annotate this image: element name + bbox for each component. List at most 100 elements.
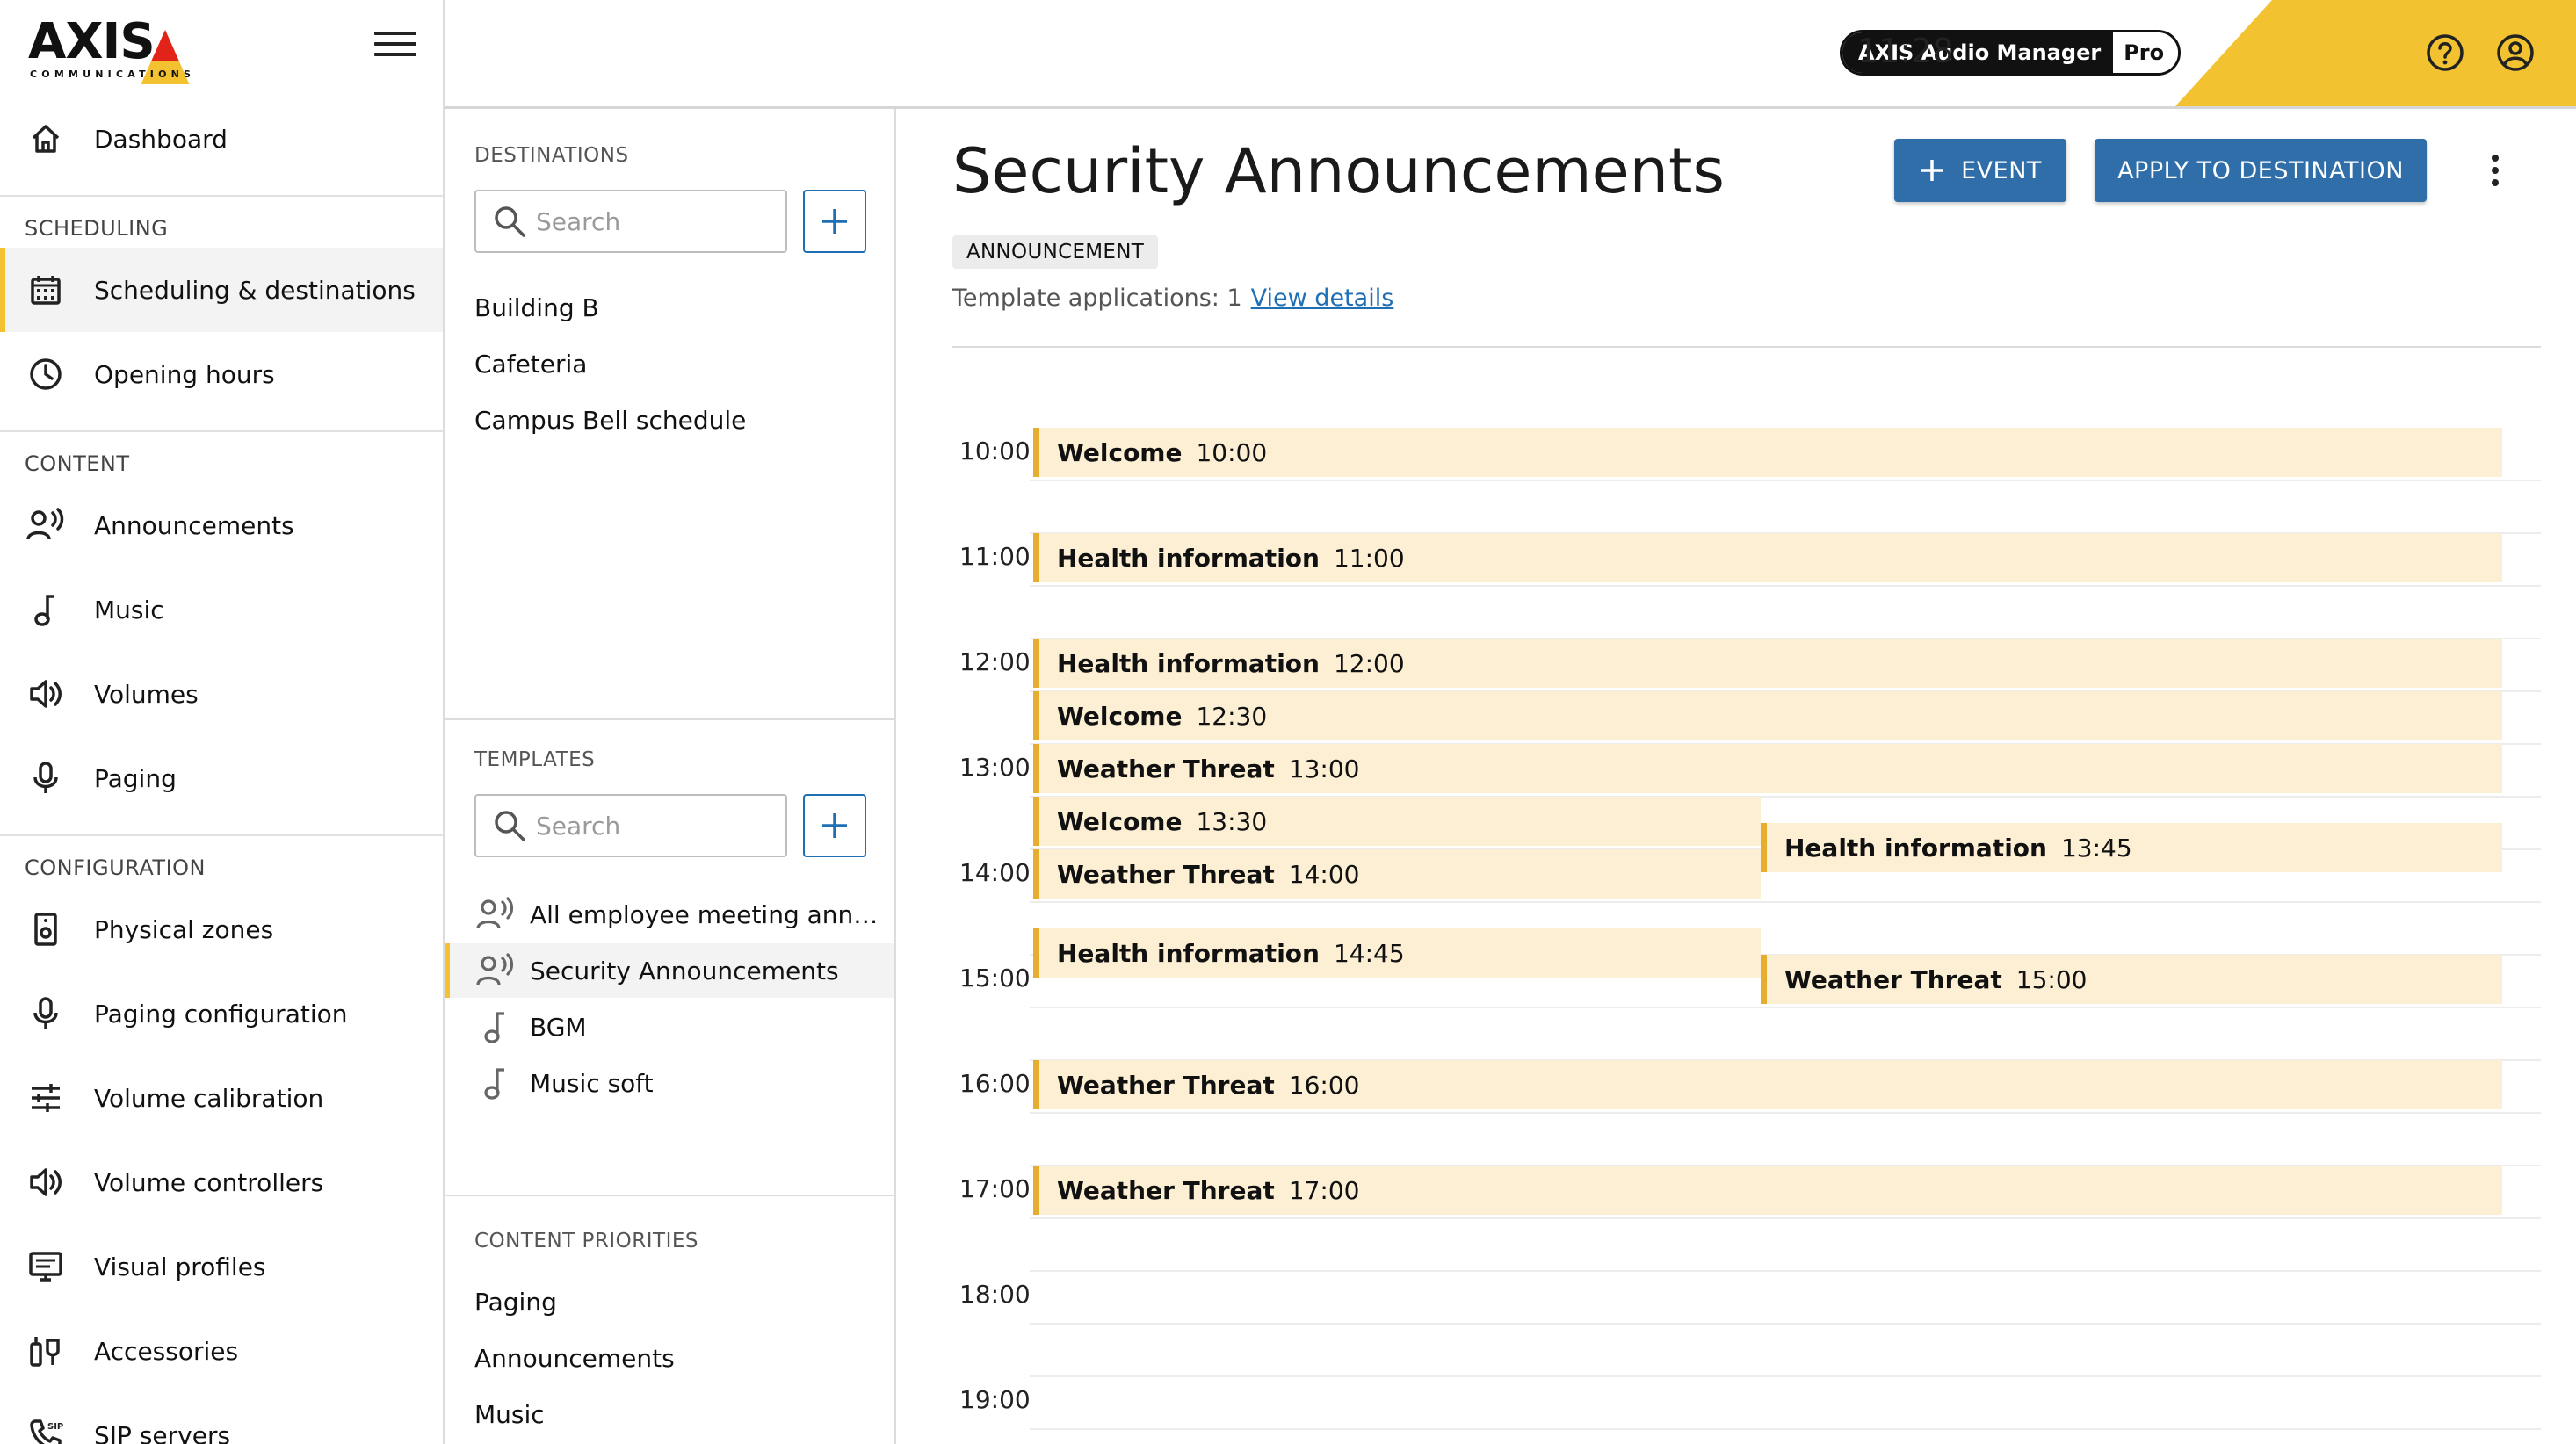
event-time: 16:00 [1288,1070,1360,1100]
sidebar-item-physical-zones[interactable]: Physical zones [0,887,443,971]
hour-label: 11:00 [959,542,1031,571]
event-name: Health information [1057,938,1320,968]
event-name: Welcome [1057,806,1183,836]
sidebar-item-accessories[interactable]: Accessories [0,1309,443,1393]
destination-item[interactable]: Campus Bell schedule [474,406,746,435]
hour-label: 13:00 [959,753,1031,782]
calendar-event[interactable]: Welcome 12:30 [1033,691,2502,740]
sliders-icon [26,1079,65,1117]
sidebar-item-opening-hours[interactable]: Opening hours [0,332,443,416]
microphone-icon [26,759,65,798]
calendar-event[interactable]: Health information 14:45 [1033,928,1761,978]
hour-label: 17:00 [959,1174,1031,1203]
hour-label: 18:00 [959,1280,1031,1309]
music-note-icon [474,1062,517,1104]
destination-item[interactable]: Cafeteria [474,350,587,379]
calendar-event[interactable]: Health information 12:00 [1033,639,2502,688]
help-icon[interactable] [2425,32,2465,73]
grid-line [1030,1007,2541,1008]
apply-to-destination-button[interactable]: APPLY TO DESTINATION [2095,139,2427,202]
template-applications: Template applications: 1 View details [952,285,1393,312]
apply-to-destination-label: APPLY TO DESTINATION [2117,156,2404,184]
divider [445,718,894,720]
sidebar-item-label: Volume calibration [94,1083,324,1113]
calendar-event[interactable]: Health information 11:00 [1033,533,2502,582]
accessories-icon [26,1332,65,1370]
event-time: 12:30 [1196,701,1268,731]
sidebar-item-label: Announcements [94,510,294,540]
destination-item[interactable]: Building B [474,293,599,322]
add-destination-button[interactable] [803,190,866,253]
calendar-event[interactable]: Welcome 13:30 [1033,797,1761,846]
display-icon [26,1247,65,1286]
logo-tagline: COMMUNICATIONS [30,69,196,80]
event-time: 13:00 [1288,754,1360,783]
calendar-event[interactable]: Welcome 10:00 [1033,428,2502,477]
logo-wordmark: AXIS [28,13,156,70]
sip-phone-icon: SIP [26,1416,65,1444]
event-time: 13:30 [1196,806,1268,836]
priority-item[interactable]: Paging [474,1288,557,1317]
content-priorities-title: CONTENT PRIORITIES [474,1230,698,1253]
priority-item[interactable]: Music [474,1400,545,1429]
hour-label: 12:00 [959,647,1031,676]
sidebar-item-dashboard[interactable]: Dashboard [0,97,443,181]
sidebar-item-paging-configuration[interactable]: Paging configuration [0,971,443,1056]
template-item-selected[interactable]: Security Announcements [445,943,894,998]
sidebar-item-sip-servers[interactable]: SIP SIP servers [0,1393,443,1444]
volume-icon [26,1163,65,1202]
sidebar-item-music[interactable]: Music [0,567,443,652]
view-details-link[interactable]: View details [1251,285,1394,312]
sidebar-item-scheduling-destinations[interactable]: Scheduling & destinations [0,248,443,332]
section-label-scheduling: SCHEDULING [25,216,169,241]
product-tier: Pro [2113,32,2179,73]
template-item-label: Music soft [530,1068,654,1098]
calendar-event[interactable]: Weather Threat 15:00 [1761,955,2502,1004]
plus-icon [1921,160,1943,181]
destinations-search[interactable] [474,190,787,253]
hour-label: 15:00 [959,964,1031,993]
more-options-icon[interactable] [2479,149,2511,191]
divider [0,195,443,197]
speaker-person-icon [474,893,517,935]
sidebar-item-label: Paging configuration [94,999,348,1029]
template-applications-text: Template applications: 1 [952,285,1242,312]
axis-logo[interactable]: AXIS COMMUNICATIONS [28,13,213,84]
account-icon[interactable] [2495,32,2536,73]
grid-line [1030,901,2541,903]
priority-item[interactable]: Announcements [474,1344,675,1373]
calendar-icon [26,271,65,309]
sidebar-item-volume-controllers[interactable]: Volume controllers [0,1140,443,1224]
speaker-device-icon [26,910,65,949]
grid-line [1030,1112,2541,1114]
sidebar-item-volumes[interactable]: Volumes [0,652,443,736]
music-note-icon [26,590,65,629]
main-content: Security Announcements EVENT APPLY TO DE… [896,109,2576,1444]
event-name: Welcome [1057,701,1183,731]
event-name: Weather Threat [1057,859,1275,889]
calendar-event[interactable]: Weather Threat 17:00 [1033,1166,2502,1215]
grid-line [1030,1217,2541,1219]
svg-text:SIP: SIP [47,1422,63,1432]
template-item[interactable]: All employee meeting annou... [445,887,894,942]
sidebar-item-announcements[interactable]: Announcements [0,483,443,567]
menu-toggle-icon[interactable] [374,32,416,63]
calendar-event[interactable]: Health information 13:45 [1761,823,2502,872]
calendar-event[interactable]: Weather Threat 16:00 [1033,1060,2502,1109]
destinations-search-input[interactable] [536,206,782,236]
section-label-content: CONTENT [25,451,130,476]
templates-search-input[interactable] [536,811,782,841]
add-event-button[interactable]: EVENT [1894,139,2066,202]
add-template-button[interactable] [803,794,866,857]
sidebar-item-visual-profiles[interactable]: Visual profiles [0,1224,443,1309]
sidebar-item-paging[interactable]: Paging [0,736,443,820]
template-item[interactable]: BGM [445,1000,894,1054]
music-note-icon [474,1006,517,1048]
template-item[interactable]: Music soft [445,1056,894,1110]
middle-panel: DESTINATIONS Building B Cafeteria Campus… [445,109,896,1444]
calendar-event[interactable]: Weather Threat 14:00 [1033,849,1761,899]
templates-search[interactable] [474,794,787,857]
calendar-event[interactable]: Weather Threat 13:00 [1033,744,2502,793]
event-time: 12:00 [1333,648,1405,678]
sidebar-item-volume-calibration[interactable]: Volume calibration [0,1056,443,1140]
